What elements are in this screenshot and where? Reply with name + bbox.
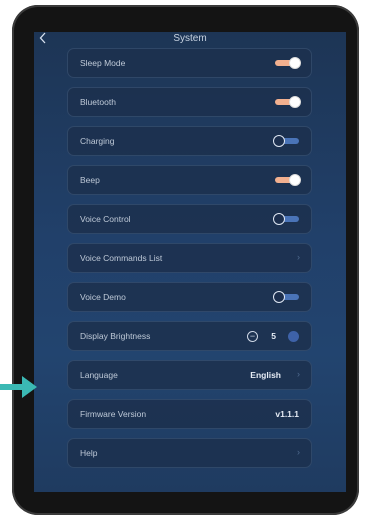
setting-label: Language [80,370,118,380]
setting-label: Voice Control [80,214,131,224]
setting-label: Firmware Version [80,409,147,419]
header: System [34,32,346,48]
setting-row-voice-control[interactable]: Voice Control [67,204,312,234]
chevron-right-icon: › [297,369,300,379]
setting-label: Sleep Mode [80,58,126,68]
bluetooth-toggle[interactable] [275,96,301,108]
page-title: System [173,33,207,44]
arrow-right-icon [0,376,37,398]
brightness-increase-button[interactable]: + [288,331,299,342]
brightness-value: 5 [271,331,276,341]
charging-toggle[interactable] [273,135,299,147]
chevron-right-icon: › [297,447,300,457]
firmware-version-value: v1.1.1 [275,409,299,419]
setting-row-voice-demo[interactable]: Voice Demo [67,282,312,312]
setting-row-voice-commands-list[interactable]: Voice Commands List › [67,243,312,273]
chevron-right-icon: › [297,252,300,262]
setting-row-firmware-version: Firmware Version v1.1.1 [67,399,312,429]
setting-label: Display Brightness [80,331,151,341]
brightness-decrease-button[interactable]: − [247,331,258,342]
beep-toggle[interactable] [275,174,301,186]
setting-label: Voice Commands List [80,253,163,263]
language-value: English [250,370,281,380]
setting-row-help[interactable]: Help › [67,438,312,468]
setting-row-beep[interactable]: Beep [67,165,312,195]
setting-row-display-brightness: Display Brightness − 5 + [67,321,312,351]
sleep-mode-toggle[interactable] [275,57,301,69]
setting-label: Help [80,448,98,458]
setting-label: Bluetooth [80,97,116,107]
setting-row-bluetooth[interactable]: Bluetooth [67,87,312,117]
setting-row-charging[interactable]: Charging [67,126,312,156]
setting-label: Beep [80,175,100,185]
setting-row-sleep-mode[interactable]: Sleep Mode [67,48,312,78]
setting-label: Voice Demo [80,292,126,302]
setting-row-language[interactable]: Language English › [67,360,312,390]
system-settings-screen: System Sleep Mode Bluetooth Charging Bee… [34,32,346,492]
voice-demo-toggle[interactable] [273,291,299,303]
voice-control-toggle[interactable] [273,213,299,225]
setting-label: Charging [80,136,115,146]
